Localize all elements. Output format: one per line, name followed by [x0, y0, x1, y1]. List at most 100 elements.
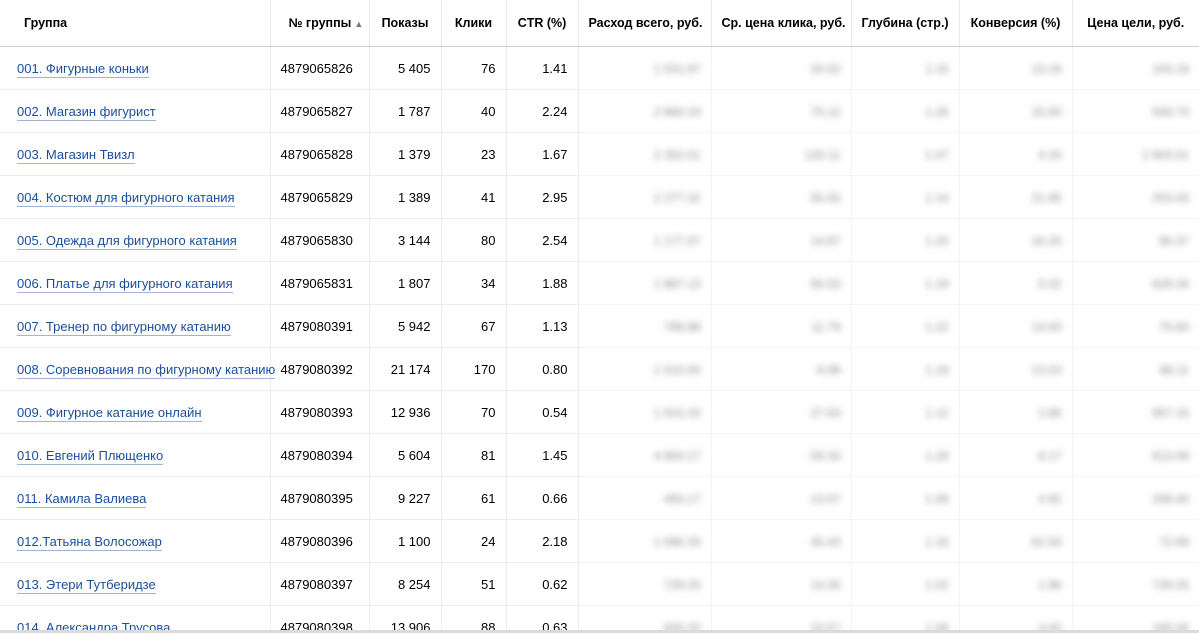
blurred-value: 2 352.01 — [653, 147, 701, 162]
cell-depth: 1.09 — [851, 476, 960, 520]
column-header-clicks[interactable]: Клики — [441, 0, 507, 47]
cell-conversion: 4.92 — [959, 476, 1073, 520]
column-header-number[interactable]: № группы ▲ — [270, 0, 370, 47]
group-link[interactable]: 008. Соревнования по фигурному катанию — [17, 361, 276, 379]
column-header-ctr[interactable]: CTR (%) — [506, 0, 579, 47]
blurred-value: 13.16 — [1031, 61, 1062, 76]
column-header-spend[interactable]: Расход всего, руб. — [578, 0, 712, 47]
cell-shows: 5 604 — [369, 433, 442, 477]
cell-shows: 9 227 — [369, 476, 442, 520]
cell-depth: 1.16 — [851, 519, 960, 563]
cell-spend: 729.25 — [578, 562, 712, 606]
cell-goal-cost: 253.03 — [1072, 175, 1199, 219]
cell-number: 4879065826 — [270, 46, 370, 90]
cell-clicks: 76 — [441, 46, 507, 90]
table-row: 003. Магазин Твизл 4879065828 1 379 23 1.67 2… — [0, 132, 1199, 176]
cell-goal-cost: 208.40 — [1072, 476, 1199, 520]
cell-spend: 2 352.01 — [578, 132, 712, 176]
blurred-value: 1.09 — [925, 491, 949, 506]
cell-group: 005. Одежда для фигурного катания — [0, 218, 271, 262]
cell-ctr: 2.24 — [506, 89, 579, 133]
blurred-value: 629.34 — [1152, 276, 1189, 291]
blurred-value: 8.17 — [1038, 448, 1062, 463]
table-row: 006. Платье для фигурного катания 4879065… — [0, 261, 1199, 305]
cell-ctr: 0.80 — [506, 347, 579, 391]
cell-clicks: 51 — [441, 562, 507, 606]
column-header-shows[interactable]: Показы — [369, 0, 442, 47]
cell-shows: 1 787 — [369, 89, 442, 133]
cell-goal-cost: 500.70 — [1072, 89, 1199, 133]
blurred-value: 120.11 — [804, 147, 841, 162]
cell-conversion: 0.02 — [959, 261, 1073, 305]
cell-spend: 930.33 — [578, 605, 712, 633]
table-row: 013. Этери Тутберидзе 4879080397 8 254 51 0.… — [0, 562, 1199, 606]
cell-group: 002. Магазин фигурист — [0, 89, 271, 133]
cell-number: 4879080396 — [270, 519, 370, 563]
cell-group: 012.Татьяна Волосожар — [0, 519, 271, 563]
cell-cpc: 14.67 — [711, 218, 852, 262]
cell-ctr: 0.62 — [506, 562, 579, 606]
cell-cpc: 120.11 — [711, 132, 852, 176]
group-link[interactable]: 003. Магазин Твизл — [17, 146, 135, 164]
group-link[interactable]: 013. Этери Тутберидзе — [17, 576, 156, 594]
group-link[interactable]: 010. Евгений Плющенко — [17, 447, 164, 465]
blurred-value: 68.11 — [1159, 362, 1189, 377]
cell-group: 004. Костюм для фигурного катания — [0, 175, 271, 219]
blurred-value: 1.16 — [925, 534, 949, 549]
cell-conversion: 1.96 — [959, 562, 1073, 606]
blurred-value: 1.26 — [925, 104, 949, 119]
cell-ctr: 0.63 — [506, 605, 579, 633]
blurred-value: 957.15 — [1152, 405, 1189, 420]
cell-clicks: 41 — [441, 175, 507, 219]
cell-depth: 1.26 — [851, 89, 960, 133]
cell-shows: 5 942 — [369, 304, 442, 348]
table-row: 012.Татьяна Волосожар 4879080396 1 100 24 2.… — [0, 519, 1199, 563]
cell-shows: 1 389 — [369, 175, 442, 219]
cell-conversion: 3.00 — [959, 605, 1073, 633]
blurred-value: 13.53 — [1031, 362, 1062, 377]
group-link[interactable]: 001. Фигурные коньки — [17, 60, 149, 78]
column-header-depth[interactable]: Глубина (стр.) — [851, 0, 960, 47]
blurred-value: 0.02 — [1038, 276, 1062, 291]
cell-group: 011. Камила Валиева — [0, 476, 271, 520]
cell-number: 4879065831 — [270, 261, 370, 305]
blurred-value: 1.20 — [925, 233, 949, 248]
cell-ctr: 2.95 — [506, 175, 579, 219]
blurred-value: 62.50 — [1031, 534, 1062, 549]
stats-table-container: Группа № группы ▲ Показы Клики CTR (%) Ра… — [0, 0, 1199, 633]
group-link[interactable]: 009. Фигурное катание онлайн — [17, 404, 202, 422]
blurred-value: 1.15 — [925, 61, 949, 76]
blurred-value: 1.96 — [1038, 577, 1062, 592]
column-header-goal-cost[interactable]: Цена цели, руб. — [1072, 0, 1199, 47]
table-row: 008. Соревнования по фигурному катанию 48… — [0, 347, 1199, 391]
blurred-value: 2 860.19 — [653, 104, 701, 119]
group-link[interactable]: 007. Тренер по фигурному катанию — [17, 318, 231, 336]
column-header-group[interactable]: Группа — [0, 0, 271, 47]
cell-depth: 1.14 — [851, 175, 960, 219]
cell-goal-cost: 90.37 — [1072, 218, 1199, 262]
cell-conversion: 21.95 — [959, 175, 1073, 219]
cell-conversion: 14.93 — [959, 304, 1073, 348]
group-link[interactable]: 011. Камила Валиева — [17, 490, 147, 508]
blurred-value: 153.19 — [1152, 61, 1189, 76]
column-header-cpc[interactable]: Ср. цена клика, руб. — [711, 0, 852, 47]
column-header-conversion[interactable]: Конверсия (%) — [959, 0, 1073, 47]
cell-goal-cost: 75.83 — [1072, 304, 1199, 348]
group-link[interactable]: 004. Костюм для фигурного катания — [17, 189, 235, 207]
blurred-value: 208.40 — [1152, 491, 1189, 506]
cell-group: 006. Платье для фигурного катания — [0, 261, 271, 305]
cell-clicks: 67 — [441, 304, 507, 348]
cell-clicks: 24 — [441, 519, 507, 563]
blurred-value: 1.19 — [925, 362, 949, 377]
cell-shows: 13 906 — [369, 605, 442, 633]
group-link[interactable]: 012.Татьяна Волосожар — [17, 533, 162, 551]
group-link[interactable]: 005. Одежда для фигурного катания — [17, 232, 237, 250]
group-link[interactable]: 006. Платье для фигурного катания — [17, 275, 233, 293]
cell-clicks: 88 — [441, 605, 507, 633]
cell-conversion: 8.17 — [959, 433, 1073, 477]
group-link[interactable]: 002. Магазин фигурист — [17, 103, 156, 121]
cell-depth: 1.02 — [851, 562, 960, 606]
cell-group: 009. Фигурное катание онлайн — [0, 390, 271, 434]
blurred-value: 59.33 — [810, 448, 841, 463]
cell-group: 008. Соревнования по фигурному катанию — [0, 347, 276, 391]
